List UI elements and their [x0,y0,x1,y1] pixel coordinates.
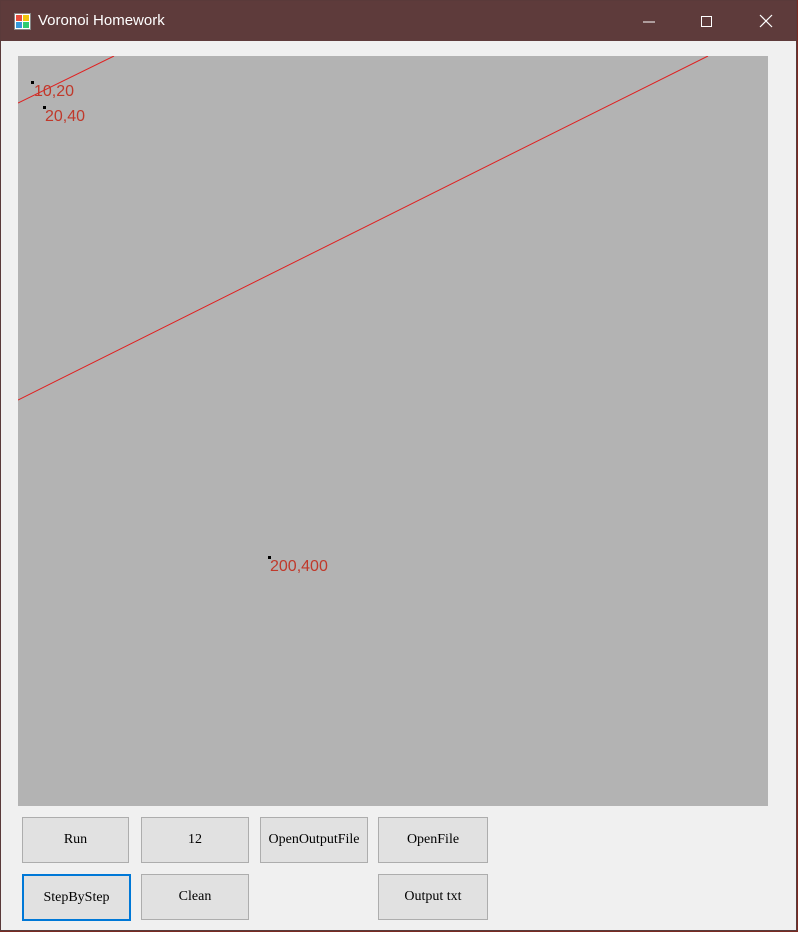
step-by-step-button[interactable]: StepByStep [22,874,131,921]
bisector-line-2 [18,56,709,401]
maximize-icon [701,16,712,27]
app-icon [14,13,31,30]
point-label: 10,20 [34,83,75,100]
close-button[interactable] [737,1,795,41]
drawing-canvas[interactable]: 10,20 20,40 200,400 [18,56,768,806]
open-file-button[interactable]: OpenFile [378,817,488,863]
open-output-file-button[interactable]: OpenOutputFile [260,817,368,863]
point-label: 200,400 [270,558,328,575]
run-button[interactable]: Run [22,817,129,863]
window-title: Voronoi Homework [38,12,165,29]
app-window: Voronoi Homework 10,20 20,40 200,400 Run… [0,0,797,931]
count-button[interactable]: 12 [141,817,249,863]
minimize-icon [643,21,655,23]
minimize-button[interactable] [620,1,678,41]
point-label: 20,40 [45,108,86,125]
output-txt-button[interactable]: Output txt [378,874,488,920]
clean-button[interactable]: Clean [141,874,249,920]
maximize-button[interactable] [678,1,736,41]
close-icon [759,14,773,28]
voronoi-drawing [18,56,709,559]
title-bar[interactable]: Voronoi Homework [1,1,796,41]
